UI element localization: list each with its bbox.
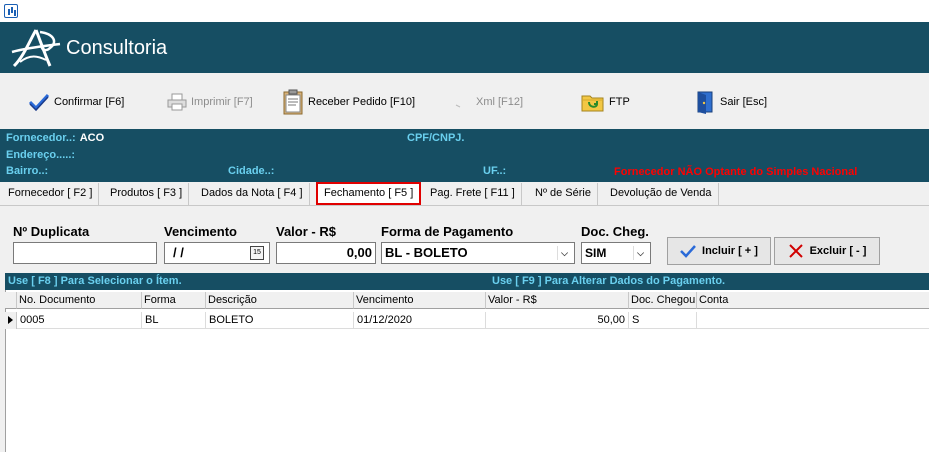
delete-x-icon [788, 244, 803, 258]
incluir-label: Incluir [ + ] [702, 245, 758, 257]
table-cell-forma[interactable]: BL [142, 312, 206, 329]
brand-name: Consultoria [66, 37, 168, 59]
exit-door-icon [697, 91, 713, 114]
cpf-cnpj-label: CPF/CNPJ. [407, 132, 465, 144]
checkmark-icon [680, 245, 696, 258]
tab-produtos[interactable]: Produtos [ F3 ] [104, 183, 190, 205]
doc-cheg-value: SIM [585, 246, 607, 260]
incluir-button[interactable]: Incluir [ + ] [667, 237, 771, 265]
cidade-label: Cidade..: [228, 165, 275, 177]
xml-button[interactable]: Xml [F12] [452, 88, 523, 116]
app-chart-icon[interactable] [4, 4, 18, 18]
confirmar-label: Confirmar [F6] [54, 96, 125, 108]
chevron-down-icon[interactable]: ⌵ [633, 246, 647, 260]
xml-icon [455, 104, 461, 108]
col-descricao[interactable]: Descrição [206, 292, 354, 309]
sair-button[interactable]: Sair [Esc] [694, 88, 767, 116]
valor-label: Valor - R$ [276, 224, 336, 239]
table-cell-documento[interactable]: 0005 [17, 312, 142, 329]
f9-hint: Use [ F9 ] Para Alterar Dados do Pagamen… [492, 275, 726, 287]
duplicata-label: Nº Duplicata [13, 224, 90, 239]
forma-pagamento-value: BL - BOLETO [385, 245, 468, 260]
col-valor[interactable]: Valor - R$ [486, 292, 629, 309]
xml-label: Xml [F12] [476, 96, 524, 108]
col-no-documento[interactable]: No. Documento [17, 292, 142, 309]
bairro-label: Bairro..: [6, 165, 49, 177]
confirmar-button[interactable]: Confirmar [F6] [28, 88, 124, 116]
f8-hint: Use [ F8 ] Para Selecionar o Ítem. [8, 275, 182, 287]
vencimento-label: Vencimento [164, 224, 237, 239]
excluir-label: Excluir [ - ] [809, 245, 867, 257]
table-cell-vencimento[interactable]: 01/12/2020 [354, 312, 486, 329]
checkmark-icon [28, 93, 50, 112]
doc-cheg-label: Doc. Cheg. [581, 224, 649, 239]
ftp-label: FTP [609, 96, 630, 108]
fornecedor-value: ACO [79, 132, 105, 144]
table-cell-doc-chegou[interactable]: S [629, 312, 697, 329]
col-doc-chegou[interactable]: Doc. Chegou [629, 292, 697, 309]
forma-pagamento-label: Forma de Pagamento [381, 224, 514, 239]
col-forma[interactable]: Forma [142, 292, 206, 309]
tab-fornecedor[interactable]: Fornecedor [ F2 ] [2, 183, 100, 205]
tab-pag-frete[interactable]: Pag. Frete [ F11 ] [424, 183, 522, 205]
tab-fechamento[interactable]: Fechamento [ F5 ] [316, 182, 422, 205]
fornecedor-label: Fornecedor..: [6, 132, 76, 144]
brand-logo-icon [11, 29, 61, 68]
forma-pagamento-select[interactable]: BL - BOLETO ⌵ [381, 242, 575, 264]
excluir-button[interactable]: Excluir [ - ] [774, 237, 880, 265]
chevron-down-icon[interactable]: ⌵ [557, 246, 571, 260]
table-cell-conta[interactable] [697, 312, 929, 329]
printer-icon [167, 93, 187, 111]
window-titlebar [0, 0, 929, 22]
imprimir-label: Imprimir [F7] [191, 96, 253, 108]
calendar-icon[interactable]: 15 [250, 246, 264, 260]
imprimir-button[interactable]: Imprimir [F7] [167, 88, 253, 116]
endereco-label: Endereço.....: [6, 149, 76, 161]
uf-label: UF..: [483, 165, 507, 177]
table-cell-descricao[interactable]: BOLETO [206, 312, 354, 329]
tab-numero-de-serie[interactable]: Nº de Série [529, 183, 598, 205]
tab-dados-da-nota[interactable]: Dados da Nota [ F4 ] [195, 183, 310, 205]
grid-corner [5, 292, 17, 309]
tab-devolucao-de-venda[interactable]: Devolução de Venda [604, 183, 719, 205]
receber-pedido-button[interactable]: Receber Pedido [F10] [282, 88, 415, 116]
sair-label: Sair [Esc] [720, 96, 768, 108]
ftp-button[interactable]: FTP [581, 88, 630, 116]
receber-pedido-label: Receber Pedido [F10] [308, 96, 416, 108]
grid-hint-bar: Use [ F8 ] Para Selecionar o Ítem. Use [… [5, 273, 929, 290]
clipboard-icon [283, 89, 303, 115]
valor-input[interactable]: 0,00 [276, 242, 376, 264]
fornecedor-info: Fornecedor..: ACO [6, 132, 104, 144]
col-conta[interactable]: Conta [697, 292, 929, 309]
duplicata-input[interactable] [13, 242, 157, 264]
simples-nacional-status: Fornecedor NÃO Optante do Simples Nacion… [614, 166, 858, 178]
doc-cheg-select[interactable]: SIM ⌵ [581, 242, 651, 264]
ftp-folder-icon [581, 95, 604, 112]
table-cell-valor[interactable]: 50,00 [486, 312, 629, 329]
row-indicator-icon[interactable] [5, 312, 17, 329]
col-vencimento[interactable]: Vencimento [354, 292, 486, 309]
